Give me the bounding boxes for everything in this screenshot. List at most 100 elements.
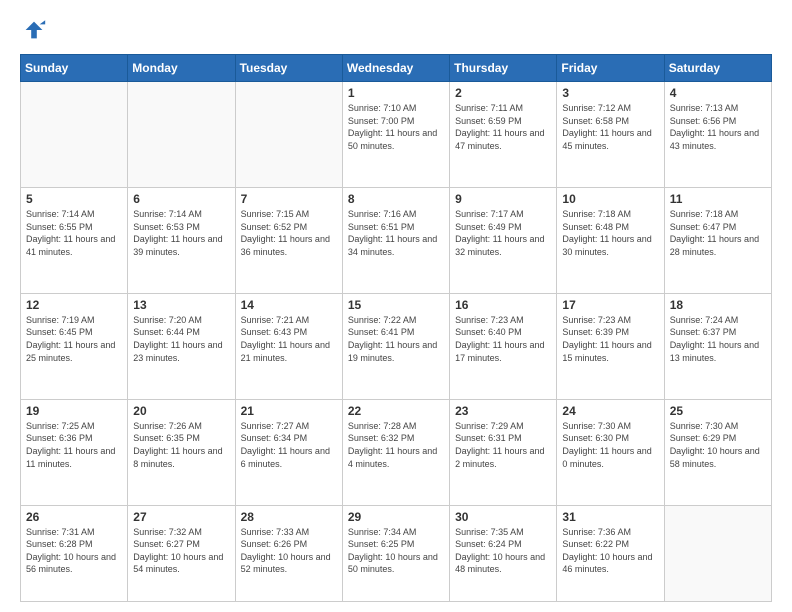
calendar-header-saturday: Saturday bbox=[664, 55, 771, 82]
day-number: 17 bbox=[562, 298, 658, 312]
calendar-header-sunday: Sunday bbox=[21, 55, 128, 82]
calendar-cell-3-5: 16 Sunrise: 7:23 AMSunset: 6:40 PMDayligh… bbox=[450, 293, 557, 399]
day-detail: Sunrise: 7:18 AMSunset: 6:47 PMDaylight:… bbox=[670, 208, 766, 258]
calendar-cell-4-2: 20 Sunrise: 7:26 AMSunset: 6:35 PMDayligh… bbox=[128, 399, 235, 505]
calendar-cell-1-2 bbox=[128, 82, 235, 188]
day-detail: Sunrise: 7:20 AMSunset: 6:44 PMDaylight:… bbox=[133, 314, 229, 364]
day-detail: Sunrise: 7:34 AMSunset: 6:25 PMDaylight:… bbox=[348, 526, 444, 576]
calendar-cell-4-1: 19 Sunrise: 7:25 AMSunset: 6:36 PMDayligh… bbox=[21, 399, 128, 505]
day-detail: Sunrise: 7:14 AMSunset: 6:55 PMDaylight:… bbox=[26, 208, 122, 258]
day-detail: Sunrise: 7:28 AMSunset: 6:32 PMDaylight:… bbox=[348, 420, 444, 470]
day-number: 31 bbox=[562, 510, 658, 524]
calendar-cell-4-6: 24 Sunrise: 7:30 AMSunset: 6:30 PMDayligh… bbox=[557, 399, 664, 505]
calendar-cell-5-5: 30 Sunrise: 7:35 AMSunset: 6:24 PMDayligh… bbox=[450, 505, 557, 601]
calendar-cell-1-4: 1 Sunrise: 7:10 AMSunset: 7:00 PMDaylight… bbox=[342, 82, 449, 188]
logo bbox=[20, 16, 52, 44]
calendar-cell-2-3: 7 Sunrise: 7:15 AMSunset: 6:52 PMDaylight… bbox=[235, 187, 342, 293]
header bbox=[20, 16, 772, 44]
day-detail: Sunrise: 7:32 AMSunset: 6:27 PMDaylight:… bbox=[133, 526, 229, 576]
day-number: 14 bbox=[241, 298, 337, 312]
calendar-cell-3-7: 18 Sunrise: 7:24 AMSunset: 6:37 PMDayligh… bbox=[664, 293, 771, 399]
calendar-header-wednesday: Wednesday bbox=[342, 55, 449, 82]
day-detail: Sunrise: 7:27 AMSunset: 6:34 PMDaylight:… bbox=[241, 420, 337, 470]
calendar-cell-1-3 bbox=[235, 82, 342, 188]
day-number: 1 bbox=[348, 86, 444, 100]
calendar-cell-2-4: 8Sunrise: 7:16 AMSunset: 6:51 PMDaylight… bbox=[342, 187, 449, 293]
calendar-cell-4-5: 23 Sunrise: 7:29 AMSunset: 6:31 PMDayligh… bbox=[450, 399, 557, 505]
calendar-cell-5-1: 26 Sunrise: 7:31 AMSunset: 6:28 PMDayligh… bbox=[21, 505, 128, 601]
day-number: 7 bbox=[241, 192, 337, 206]
day-number: 5 bbox=[26, 192, 122, 206]
day-number: 4 bbox=[670, 86, 766, 100]
calendar-cell-3-1: 12 Sunrise: 7:19 AMSunset: 6:45 PMDayligh… bbox=[21, 293, 128, 399]
day-detail: Sunrise: 7:19 AMSunset: 6:45 PMDaylight:… bbox=[26, 314, 122, 364]
day-number: 10 bbox=[562, 192, 658, 206]
day-detail: Sunrise: 7:12 AMSunset: 6:58 PMDaylight:… bbox=[562, 102, 658, 152]
day-number: 15 bbox=[348, 298, 444, 312]
day-number: 2 bbox=[455, 86, 551, 100]
day-number: 19 bbox=[26, 404, 122, 418]
calendar-cell-2-6: 10 Sunrise: 7:18 AMSunset: 6:48 PMDayligh… bbox=[557, 187, 664, 293]
calendar-header-thursday: Thursday bbox=[450, 55, 557, 82]
calendar-cell-1-5: 2 Sunrise: 7:11 AMSunset: 6:59 PMDaylight… bbox=[450, 82, 557, 188]
calendar-cell-3-2: 13 Sunrise: 7:20 AMSunset: 6:44 PMDayligh… bbox=[128, 293, 235, 399]
logo-icon bbox=[20, 16, 48, 44]
day-detail: Sunrise: 7:10 AMSunset: 7:00 PMDaylight:… bbox=[348, 102, 444, 152]
day-detail: Sunrise: 7:23 AMSunset: 6:40 PMDaylight:… bbox=[455, 314, 551, 364]
day-number: 11 bbox=[670, 192, 766, 206]
day-detail: Sunrise: 7:17 AMSunset: 6:49 PMDaylight:… bbox=[455, 208, 551, 258]
calendar-cell-5-2: 27 Sunrise: 7:32 AMSunset: 6:27 PMDayligh… bbox=[128, 505, 235, 601]
calendar-cell-4-4: 22 Sunrise: 7:28 AMSunset: 6:32 PMDayligh… bbox=[342, 399, 449, 505]
day-detail: Sunrise: 7:35 AMSunset: 6:24 PMDaylight:… bbox=[455, 526, 551, 576]
day-detail: Sunrise: 7:33 AMSunset: 6:26 PMDaylight:… bbox=[241, 526, 337, 576]
day-number: 16 bbox=[455, 298, 551, 312]
day-detail: Sunrise: 7:25 AMSunset: 6:36 PMDaylight:… bbox=[26, 420, 122, 470]
day-detail: Sunrise: 7:22 AMSunset: 6:41 PMDaylight:… bbox=[348, 314, 444, 364]
day-detail: Sunrise: 7:24 AMSunset: 6:37 PMDaylight:… bbox=[670, 314, 766, 364]
calendar-header-monday: Monday bbox=[128, 55, 235, 82]
calendar-cell-2-1: 5 Sunrise: 7:14 AMSunset: 6:55 PMDaylight… bbox=[21, 187, 128, 293]
day-number: 24 bbox=[562, 404, 658, 418]
day-number: 13 bbox=[133, 298, 229, 312]
day-number: 20 bbox=[133, 404, 229, 418]
calendar-cell-5-7 bbox=[664, 505, 771, 601]
day-detail: Sunrise: 7:30 AMSunset: 6:30 PMDaylight:… bbox=[562, 420, 658, 470]
calendar-table: SundayMondayTuesdayWednesdayThursdayFrid… bbox=[20, 54, 772, 602]
day-number: 3 bbox=[562, 86, 658, 100]
day-detail: Sunrise: 7:36 AMSunset: 6:22 PMDaylight:… bbox=[562, 526, 658, 576]
calendar-cell-4-3: 21 Sunrise: 7:27 AMSunset: 6:34 PMDayligh… bbox=[235, 399, 342, 505]
calendar-cell-2-7: 11 Sunrise: 7:18 AMSunset: 6:47 PMDayligh… bbox=[664, 187, 771, 293]
calendar-header-tuesday: Tuesday bbox=[235, 55, 342, 82]
day-detail: Sunrise: 7:29 AMSunset: 6:31 PMDaylight:… bbox=[455, 420, 551, 470]
day-detail: Sunrise: 7:26 AMSunset: 6:35 PMDaylight:… bbox=[133, 420, 229, 470]
calendar-cell-1-7: 4 Sunrise: 7:13 AMSunset: 6:56 PMDaylight… bbox=[664, 82, 771, 188]
calendar-week-4: 19 Sunrise: 7:25 AMSunset: 6:36 PMDayligh… bbox=[21, 399, 772, 505]
day-number: 18 bbox=[670, 298, 766, 312]
calendar-cell-5-3: 28Sunrise: 7:33 AMSunset: 6:26 PMDayligh… bbox=[235, 505, 342, 601]
day-number: 27 bbox=[133, 510, 229, 524]
day-number: 26 bbox=[26, 510, 122, 524]
calendar-week-1: 1 Sunrise: 7:10 AMSunset: 7:00 PMDaylight… bbox=[21, 82, 772, 188]
calendar-week-3: 12 Sunrise: 7:19 AMSunset: 6:45 PMDayligh… bbox=[21, 293, 772, 399]
day-detail: Sunrise: 7:13 AMSunset: 6:56 PMDaylight:… bbox=[670, 102, 766, 152]
day-number: 22 bbox=[348, 404, 444, 418]
calendar-cell-5-4: 29Sunrise: 7:34 AMSunset: 6:25 PMDayligh… bbox=[342, 505, 449, 601]
day-detail: Sunrise: 7:11 AMSunset: 6:59 PMDaylight:… bbox=[455, 102, 551, 152]
calendar-cell-1-1 bbox=[21, 82, 128, 188]
day-detail: Sunrise: 7:14 AMSunset: 6:53 PMDaylight:… bbox=[133, 208, 229, 258]
day-detail: Sunrise: 7:15 AMSunset: 6:52 PMDaylight:… bbox=[241, 208, 337, 258]
calendar-cell-2-5: 9Sunrise: 7:17 AMSunset: 6:49 PMDaylight… bbox=[450, 187, 557, 293]
day-number: 25 bbox=[670, 404, 766, 418]
day-number: 12 bbox=[26, 298, 122, 312]
day-number: 6 bbox=[133, 192, 229, 206]
day-number: 21 bbox=[241, 404, 337, 418]
calendar-cell-3-3: 14Sunrise: 7:21 AMSunset: 6:43 PMDayligh… bbox=[235, 293, 342, 399]
calendar-header-friday: Friday bbox=[557, 55, 664, 82]
page: SundayMondayTuesdayWednesdayThursdayFrid… bbox=[0, 0, 792, 612]
day-detail: Sunrise: 7:23 AMSunset: 6:39 PMDaylight:… bbox=[562, 314, 658, 364]
calendar-cell-3-6: 17 Sunrise: 7:23 AMSunset: 6:39 PMDayligh… bbox=[557, 293, 664, 399]
day-number: 23 bbox=[455, 404, 551, 418]
day-number: 30 bbox=[455, 510, 551, 524]
day-detail: Sunrise: 7:18 AMSunset: 6:48 PMDaylight:… bbox=[562, 208, 658, 258]
day-detail: Sunrise: 7:31 AMSunset: 6:28 PMDaylight:… bbox=[26, 526, 122, 576]
